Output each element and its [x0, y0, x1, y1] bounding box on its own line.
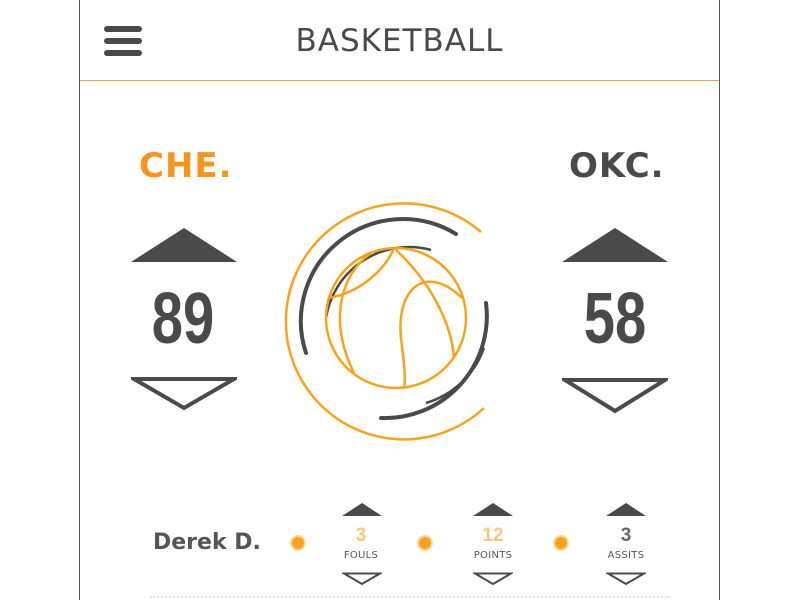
points-label: POINTS: [473, 550, 513, 561]
assists-label: ASSITS: [607, 550, 645, 561]
fouls-value: 3: [355, 525, 367, 546]
home-score-up-button[interactable]: [131, 228, 237, 262]
points-down-button[interactable]: [473, 572, 513, 586]
stat-indicator-dot: [292, 537, 304, 549]
player-name: Derek D.: [153, 530, 261, 555]
points-up-button[interactable]: [473, 503, 513, 516]
stat-indicator-dot: [555, 537, 567, 549]
fouls-label: FOULS: [343, 550, 379, 561]
arrow-down-icon: [606, 572, 646, 586]
arrow-up-icon: [131, 228, 237, 262]
arrow-down-icon: [131, 377, 237, 411]
fouls-up-button[interactable]: [342, 503, 382, 516]
row-divider: [150, 596, 670, 598]
page-title: BASKETBALL: [295, 23, 504, 59]
header-bar: BASKETBALL: [80, 0, 719, 81]
away-score: 58: [583, 279, 647, 359]
assists-down-button[interactable]: [606, 572, 646, 586]
away-score-up-button[interactable]: [562, 228, 668, 262]
arrow-down-icon: [342, 572, 382, 586]
home-team-name: CHE.: [139, 146, 233, 186]
arrow-up-icon: [342, 503, 382, 516]
home-score: 89: [151, 279, 215, 359]
arrow-down-icon: [562, 378, 668, 414]
fouls-down-button[interactable]: [342, 572, 382, 586]
arrow-up-icon: [606, 503, 646, 516]
stat-indicator-dot: [419, 537, 431, 549]
basketball-icon: [284, 202, 489, 441]
assists-up-button[interactable]: [606, 503, 646, 516]
arrow-up-icon: [473, 503, 513, 516]
points-value: 12: [482, 525, 504, 546]
away-team-name: OKC.: [569, 146, 665, 186]
arrow-down-icon: [473, 572, 513, 586]
away-score-down-button[interactable]: [562, 378, 668, 414]
arrow-up-icon: [562, 228, 668, 262]
home-score-down-button[interactable]: [131, 377, 237, 411]
assists-value: 3: [620, 525, 632, 546]
